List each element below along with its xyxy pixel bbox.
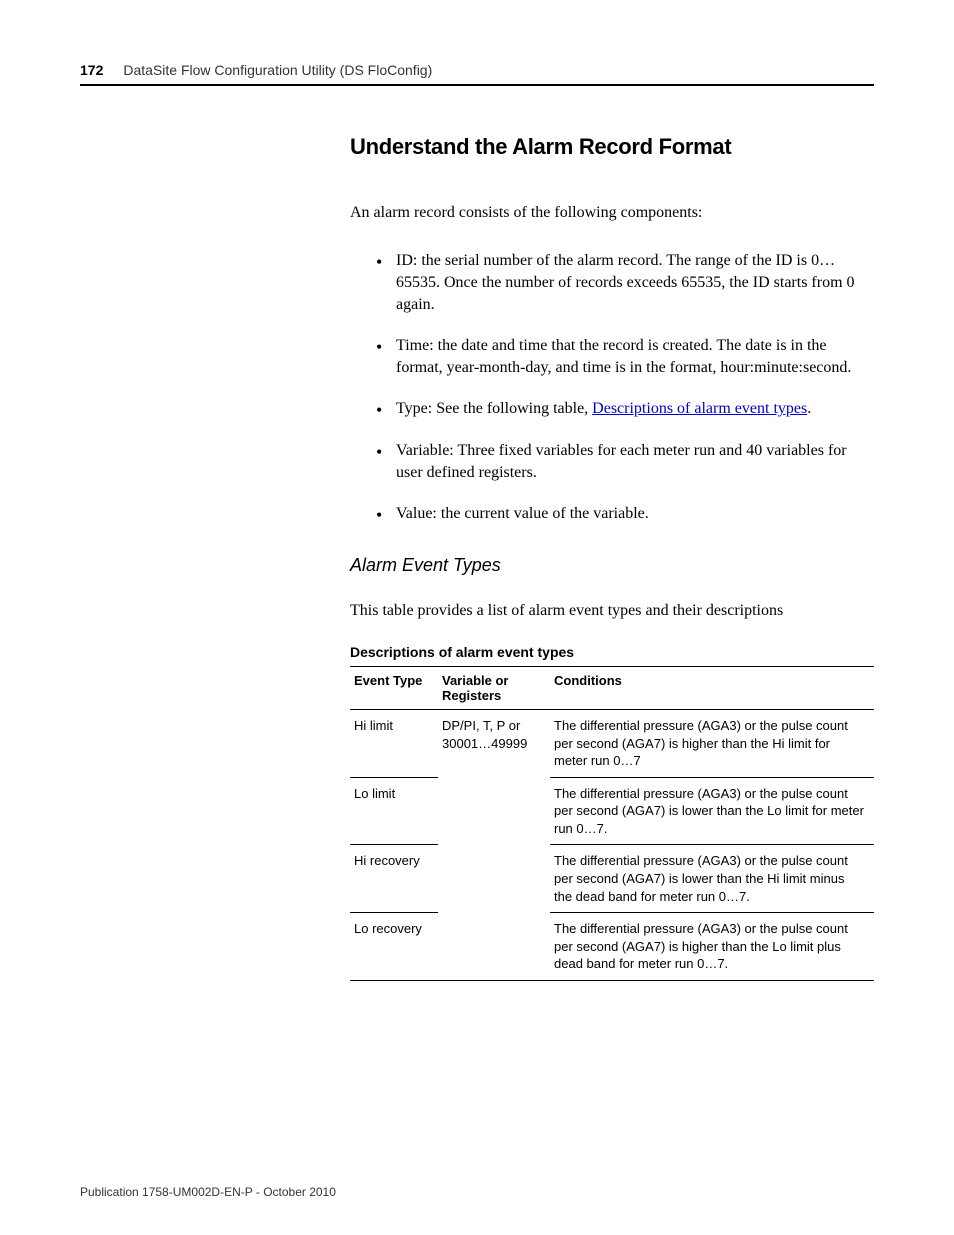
table-cell: DP/PI, T, P or 30001…49999	[438, 710, 550, 778]
component-list: ID: the serial number of the alarm recor…	[350, 250, 874, 524]
table-cell: The differential pressure (AGA3) or the …	[550, 710, 874, 778]
page-header: 172 DataSite Flow Configuration Utility …	[80, 62, 874, 86]
table-cell: The differential pressure (AGA3) or the …	[550, 913, 874, 981]
table-cell: The differential pressure (AGA3) or the …	[550, 845, 874, 913]
table-cell: Lo limit	[350, 777, 438, 845]
list-item: Variable: Three fixed variables for each…	[380, 440, 874, 483]
table-row: Hi recovery The differential pressure (A…	[350, 845, 874, 913]
list-item-text: Type: See the following table,	[396, 400, 592, 417]
publication-info: Publication 1758-UM002D-EN-P - October 2…	[80, 1185, 336, 1199]
subsection-heading: Alarm Event Types	[350, 555, 874, 576]
table-cell	[438, 777, 550, 845]
table-row: Lo recovery The differential pressure (A…	[350, 913, 874, 981]
header-document-title: DataSite Flow Configuration Utility (DS …	[123, 62, 432, 78]
list-item-text: .	[807, 400, 811, 417]
list-item: Time: the date and time that the record …	[380, 335, 874, 378]
table-cell: The differential pressure (AGA3) or the …	[550, 777, 874, 845]
table-cell: Lo recovery	[350, 913, 438, 981]
list-item: Value: the current value of the variable…	[380, 503, 874, 525]
page-content: Understand the Alarm Record Format An al…	[350, 134, 874, 981]
alarm-event-types-table: Event Type Variable or Registers Conditi…	[350, 666, 874, 981]
table-row: Hi limit DP/PI, T, P or 30001…49999 The …	[350, 710, 874, 778]
table-header-cell: Variable or Registers	[438, 667, 550, 710]
table-header-cell: Conditions	[550, 667, 874, 710]
table-header-row: Event Type Variable or Registers Conditi…	[350, 667, 874, 710]
intro-paragraph: An alarm record consists of the followin…	[350, 202, 874, 224]
table-cell	[438, 845, 550, 913]
page-footer: Publication 1758-UM002D-EN-P - October 2…	[80, 1185, 336, 1199]
list-item: ID: the serial number of the alarm recor…	[380, 250, 874, 315]
subsection-intro: This table provides a list of alarm even…	[350, 600, 874, 622]
table-cell	[438, 913, 550, 981]
table-cell: Hi recovery	[350, 845, 438, 913]
alarm-types-link[interactable]: Descriptions of alarm event types	[592, 400, 807, 417]
page-number: 172	[80, 62, 103, 78]
section-heading: Understand the Alarm Record Format	[350, 134, 874, 160]
table-caption: Descriptions of alarm event types	[350, 644, 874, 660]
table-row: Lo limit The differential pressure (AGA3…	[350, 777, 874, 845]
table-cell: Hi limit	[350, 710, 438, 778]
list-item: Type: See the following table, Descripti…	[380, 398, 874, 420]
table-header-cell: Event Type	[350, 667, 438, 710]
